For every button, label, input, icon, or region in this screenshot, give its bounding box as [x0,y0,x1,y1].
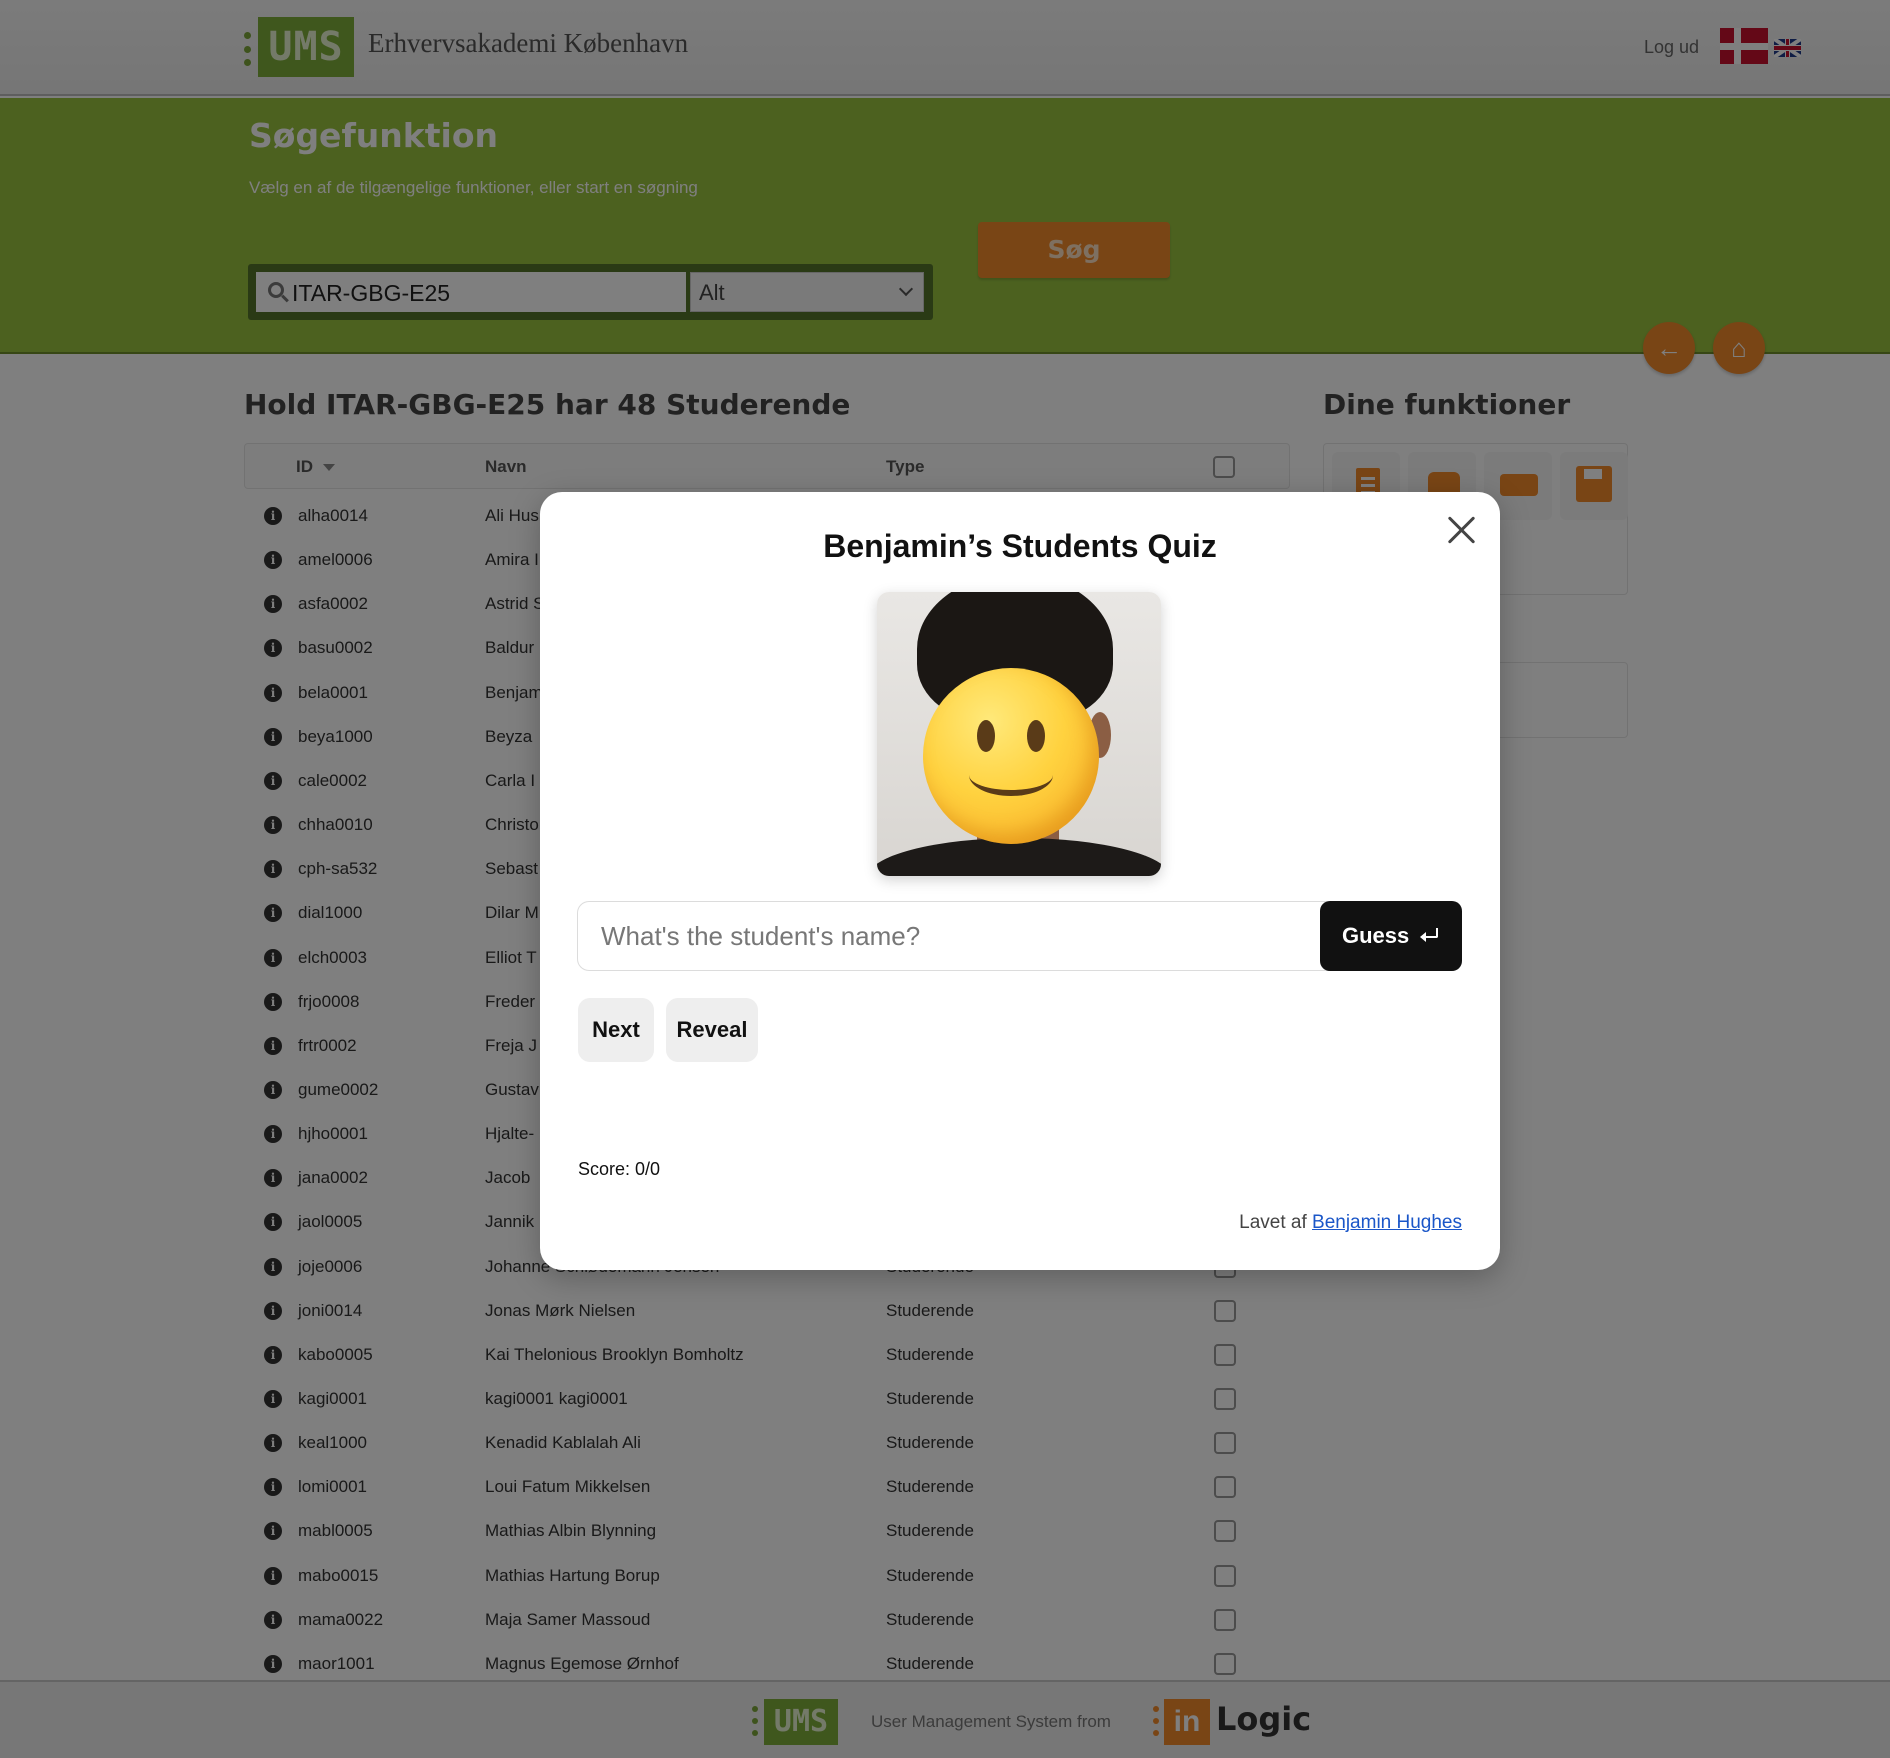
photo-shoulders [877,838,1161,876]
next-button[interactable]: Next [578,998,654,1062]
credit-prefix: Lavet af [1239,1212,1307,1233]
smiley-face-icon [923,668,1099,844]
quiz-title: Benjamin’s Students Quiz [823,528,1217,564]
guess-button-label: Guess [1342,923,1410,948]
quiz-modal: Benjamin’s Students Quiz Guess Next Reve… [540,492,1500,1270]
enter-key-icon [1420,928,1438,942]
score-text: Score: 0/0 [578,1159,661,1179]
reveal-button[interactable]: Reveal [666,998,758,1062]
author-link[interactable]: Benjamin Hughes [1312,1212,1462,1233]
student-name-input[interactable] [577,901,1337,971]
student-photo [877,592,1161,876]
credit-line: Lavet af Benjamin Hughes [1239,1212,1462,1234]
guess-button[interactable]: Guess [1320,901,1462,971]
